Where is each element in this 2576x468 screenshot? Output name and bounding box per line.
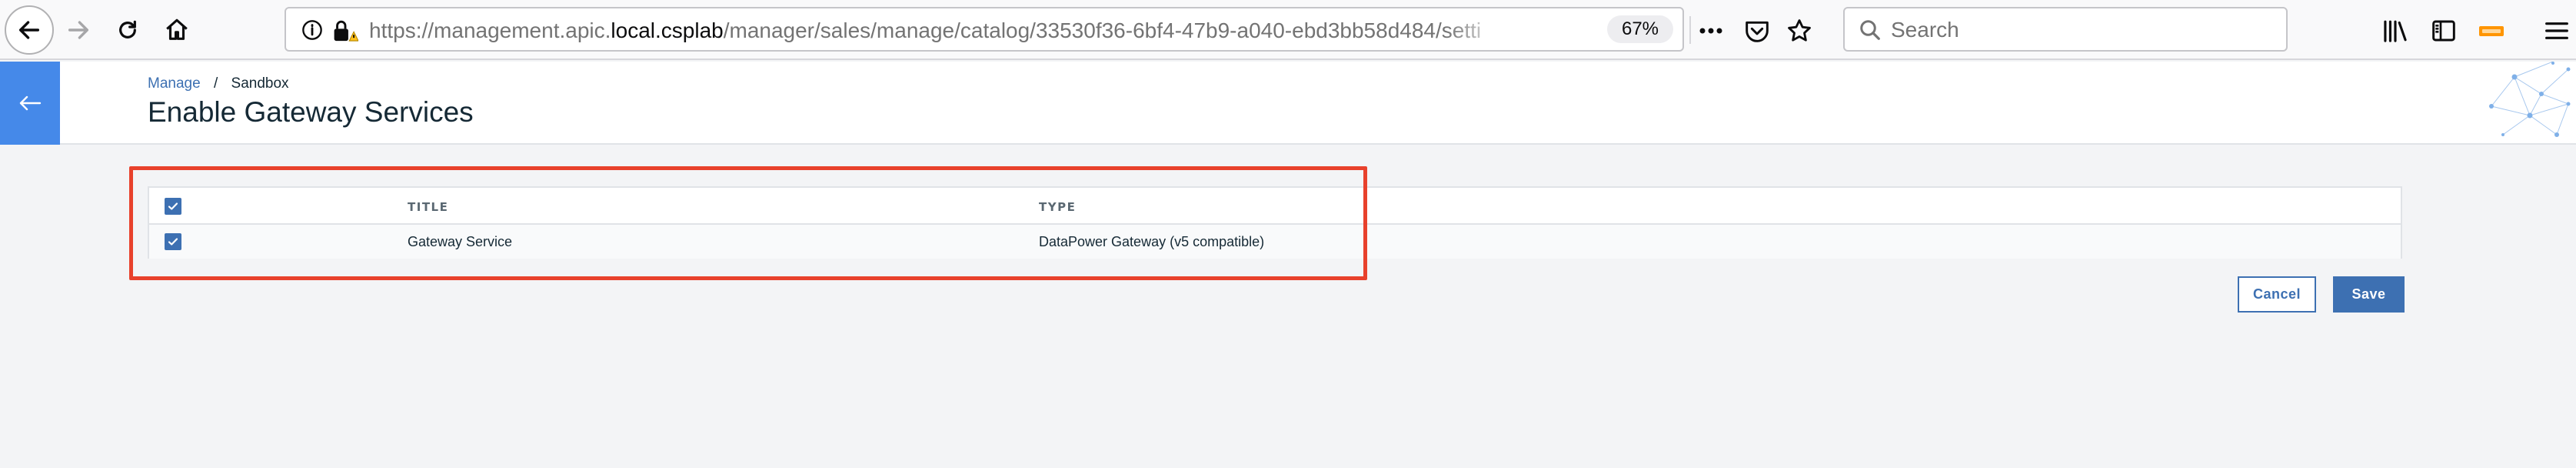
breadcrumb-link-manage[interactable]: Manage xyxy=(148,75,201,92)
arrow-left-icon xyxy=(19,95,42,111)
cell-title: Gateway Service xyxy=(408,234,513,249)
back-icon xyxy=(18,21,40,39)
url-text[interactable]: https://management.apic.local.csplab/man… xyxy=(369,18,1507,43)
cell-type: DataPower Gateway (v5 compatible) xyxy=(1039,234,1265,249)
checkmark-icon xyxy=(168,238,178,246)
breadcrumb-separator: / xyxy=(213,75,218,92)
column-header-title[interactable]: TITLE xyxy=(408,200,448,214)
page-back-button[interactable] xyxy=(0,62,60,145)
back-button[interactable] xyxy=(5,5,54,55)
bookmark-star-icon[interactable] xyxy=(1786,17,1813,45)
more-icon[interactable] xyxy=(1697,17,1725,45)
search-bar[interactable] xyxy=(1843,7,2288,52)
pocket-icon[interactable] xyxy=(1743,17,1771,45)
page-header: Manage / Sandbox Enable Gateway Services xyxy=(0,62,2576,145)
column-header-type[interactable]: TYPE xyxy=(1039,200,1076,214)
menu-icon[interactable] xyxy=(2541,15,2572,46)
save-button[interactable]: Save xyxy=(2333,276,2405,313)
select-all-checkbox[interactable] xyxy=(165,198,181,215)
url-divider xyxy=(1689,16,1691,44)
url-host: local.csplab xyxy=(611,18,724,42)
library-icon[interactable] xyxy=(2380,15,2411,46)
reload-icon xyxy=(119,20,136,38)
table-header-row: TITLE TYPE xyxy=(149,188,2401,225)
reload-button[interactable] xyxy=(103,5,152,55)
url-fade xyxy=(1446,18,1507,43)
row-checkbox[interactable] xyxy=(165,233,181,250)
gateway-services-table: TITLE TYPE Gateway Service DataPower Gat… xyxy=(148,186,2402,259)
home-icon xyxy=(166,18,188,40)
table-row[interactable]: Gateway Service DataPower Gateway (v5 co… xyxy=(149,225,2401,259)
zoom-level-badge[interactable]: 67% xyxy=(1607,15,1673,43)
forward-button[interactable] xyxy=(54,5,103,55)
network-graphic-icon xyxy=(2489,62,2571,137)
breadcrumb: Manage / Sandbox xyxy=(148,75,289,92)
url-bar[interactable]: https://management.apic.local.csplab/man… xyxy=(285,7,1811,52)
search-icon xyxy=(1859,18,1882,45)
page-title: Enable Gateway Services xyxy=(148,96,474,128)
extension-icon[interactable] xyxy=(2476,15,2507,46)
url-prefix: https://management.apic. xyxy=(369,18,611,42)
insecure-lock-icon[interactable] xyxy=(332,18,359,47)
browser-toolbar: https://management.apic.local.csplab/man… xyxy=(0,0,2576,60)
info-icon[interactable] xyxy=(301,19,323,45)
home-button[interactable] xyxy=(152,5,201,55)
forward-icon xyxy=(68,21,89,39)
cancel-button[interactable]: Cancel xyxy=(2238,276,2316,313)
checkmark-icon xyxy=(168,202,178,210)
sidebar-icon[interactable] xyxy=(2428,15,2459,46)
search-input[interactable] xyxy=(1891,16,2275,44)
breadcrumb-current: Sandbox xyxy=(231,75,289,92)
url-path: /manager/sales/manage/catalog/33530f36-6… xyxy=(723,18,1482,42)
